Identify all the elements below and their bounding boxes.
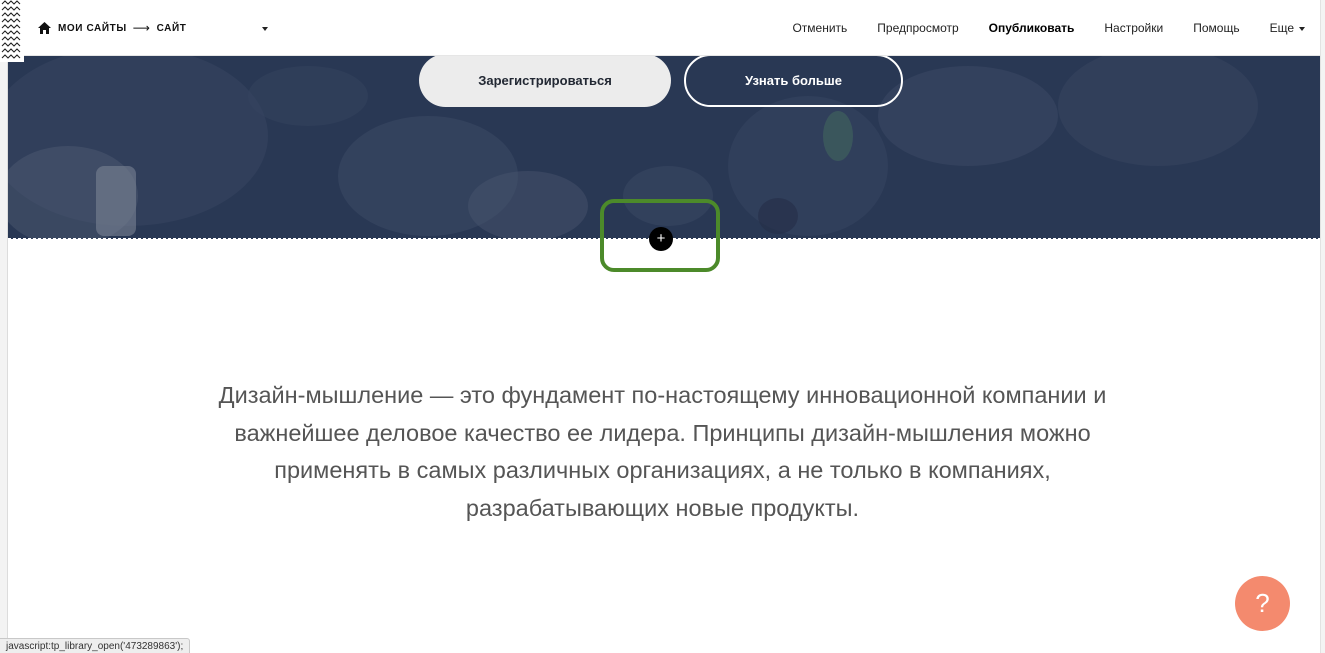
question-icon: ?	[1255, 588, 1270, 618]
learn-more-button[interactable]: Узнать больше	[684, 56, 903, 107]
editor-page: Мои сайты ⟶ Сайт Отменить Предпросмотр О…	[0, 0, 1325, 653]
help-chat-button[interactable]: ?	[1235, 576, 1290, 631]
chevron-down-icon	[1299, 26, 1305, 31]
right-frame-edge	[1320, 0, 1325, 653]
add-block-button[interactable]: +	[649, 227, 673, 251]
home-icon[interactable]	[38, 22, 51, 34]
plus-icon: +	[656, 230, 666, 247]
help-link[interactable]: Помощь	[1193, 21, 1239, 35]
publish-button[interactable]: Опубликовать	[989, 21, 1075, 35]
preview-button[interactable]: Предпросмотр	[877, 21, 958, 35]
settings-button[interactable]: Настройки	[1104, 21, 1163, 35]
toolbar-menu: Отменить Предпросмотр Опубликовать Настр…	[762, 0, 1305, 56]
zigzag-logo-icon	[0, 0, 24, 62]
more-menu-label: Еще	[1269, 21, 1294, 35]
breadcrumb-arrow: ⟶	[132, 21, 151, 35]
breadcrumb-site[interactable]: Сайт	[157, 23, 187, 34]
editor-toolbar: Мои сайты ⟶ Сайт Отменить Предпросмотр О…	[24, 0, 1321, 56]
browser-status-bar: javascript:tp_library_open('473289863');	[0, 638, 191, 653]
breadcrumb: Мои сайты ⟶ Сайт	[38, 0, 186, 56]
breadcrumb-my-sites[interactable]: Мои сайты	[58, 23, 127, 34]
register-button[interactable]: Зарегистрироваться	[419, 56, 671, 107]
more-menu[interactable]: Еще	[1270, 21, 1305, 35]
chevron-down-icon[interactable]	[262, 27, 268, 31]
left-frame-edge	[0, 0, 8, 653]
cancel-button[interactable]: Отменить	[792, 21, 847, 35]
text-block-paragraph: Дизайн-мышление — это фундамент по-насто…	[218, 382, 1107, 521]
